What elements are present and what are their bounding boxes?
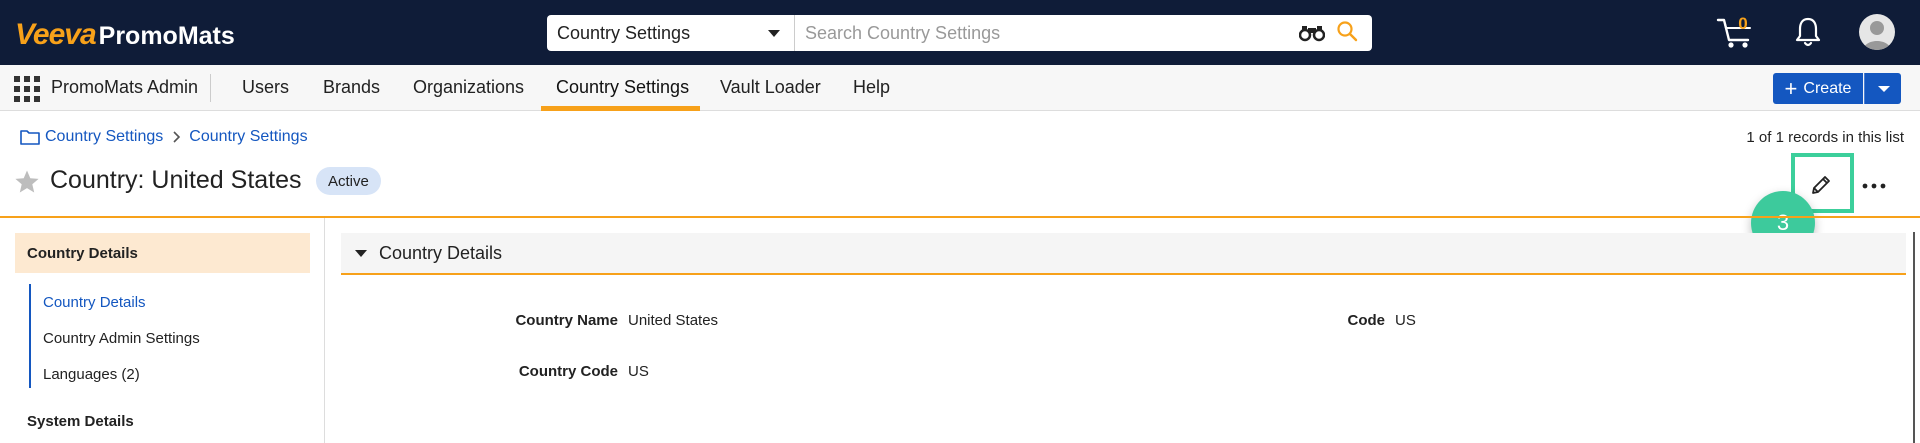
create-dropdown-button[interactable] [1864,73,1901,104]
left-link-languages[interactable]: Languages (2) [43,366,140,383]
field-value-code: US [1395,312,1416,329]
field-value-country-name: United States [628,312,719,329]
create-button[interactable]: + Create [1773,73,1863,104]
search-scope-select[interactable]: Country Settings [547,15,795,51]
search-box [795,15,1372,51]
folder-icon [20,130,40,145]
field-value-country-code: US [628,363,649,380]
search-input[interactable] [805,22,1285,44]
logo-brand: Veeva [15,18,97,51]
tab-brands[interactable]: Brands [323,77,380,98]
admin-nav-bar: PromoMats Admin Users Brands Organizatio… [0,65,1920,111]
breadcrumb-item[interactable]: Country Settings [45,128,163,146]
left-section-nav: Country Details Country Details Country … [0,218,325,443]
caret-down-icon [355,249,367,257]
record-count: 1 of 1 records in this list [1746,129,1904,146]
caret-down-icon [768,30,780,37]
breadcrumb-item[interactable]: Country Settings [189,128,307,146]
nav-divider [210,74,211,102]
tab-organizations[interactable]: Organizations [413,77,524,98]
search-scope-value: Country Settings [557,22,691,43]
field-label-country-name: Country Name [515,312,618,329]
bell-icon[interactable] [1794,16,1822,48]
left-link-country-admin-settings[interactable]: Country Admin Settings [43,330,200,347]
cart-count-badge: 0 [1738,14,1748,33]
active-tab-indicator [541,106,700,111]
breadcrumb: Country Settings Country Settings [20,128,308,146]
logo-app-name: PromoMats [98,22,235,50]
app-logo[interactable]: Veeva PromoMats [15,18,235,51]
left-section-heading[interactable]: Country Details [15,233,310,273]
binoculars-icon[interactable] [1299,24,1325,42]
admin-area-label[interactable]: PromoMats Admin [51,77,198,98]
left-section-system-details[interactable]: System Details [27,413,134,430]
app-grid-icon[interactable] [14,76,40,102]
status-badge: Active [316,167,381,195]
left-section-links: Country Details Country Admin Settings L… [29,284,289,388]
top-bar: Veeva PromoMats Country Settings 0 [0,0,1920,65]
chevron-right-icon [173,131,181,143]
field-label-country-code: Country Code [518,363,618,380]
page-title: Country: United States [50,166,302,194]
tab-help[interactable]: Help [853,77,890,98]
search-icon[interactable] [1336,20,1358,42]
user-icon [1863,21,1891,50]
plus-icon: + [1784,75,1798,101]
left-link-country-details[interactable]: Country Details [43,294,146,311]
create-button-label: Create [1803,79,1852,97]
pencil-icon[interactable] [1809,173,1833,197]
scrollbar[interactable] [1913,232,1915,443]
favorite-star-icon[interactable] [14,169,40,195]
field-label-code: Code [1347,312,1386,329]
avatar[interactable] [1859,14,1895,50]
tab-vault-loader[interactable]: Vault Loader [720,77,821,98]
tab-country-settings[interactable]: Country Settings [556,77,689,98]
section-header-country-details[interactable]: Country Details [341,233,1906,275]
section-title: Country Details [379,242,503,263]
more-actions-icon[interactable] [1862,183,1886,189]
tab-users[interactable]: Users [242,77,289,98]
